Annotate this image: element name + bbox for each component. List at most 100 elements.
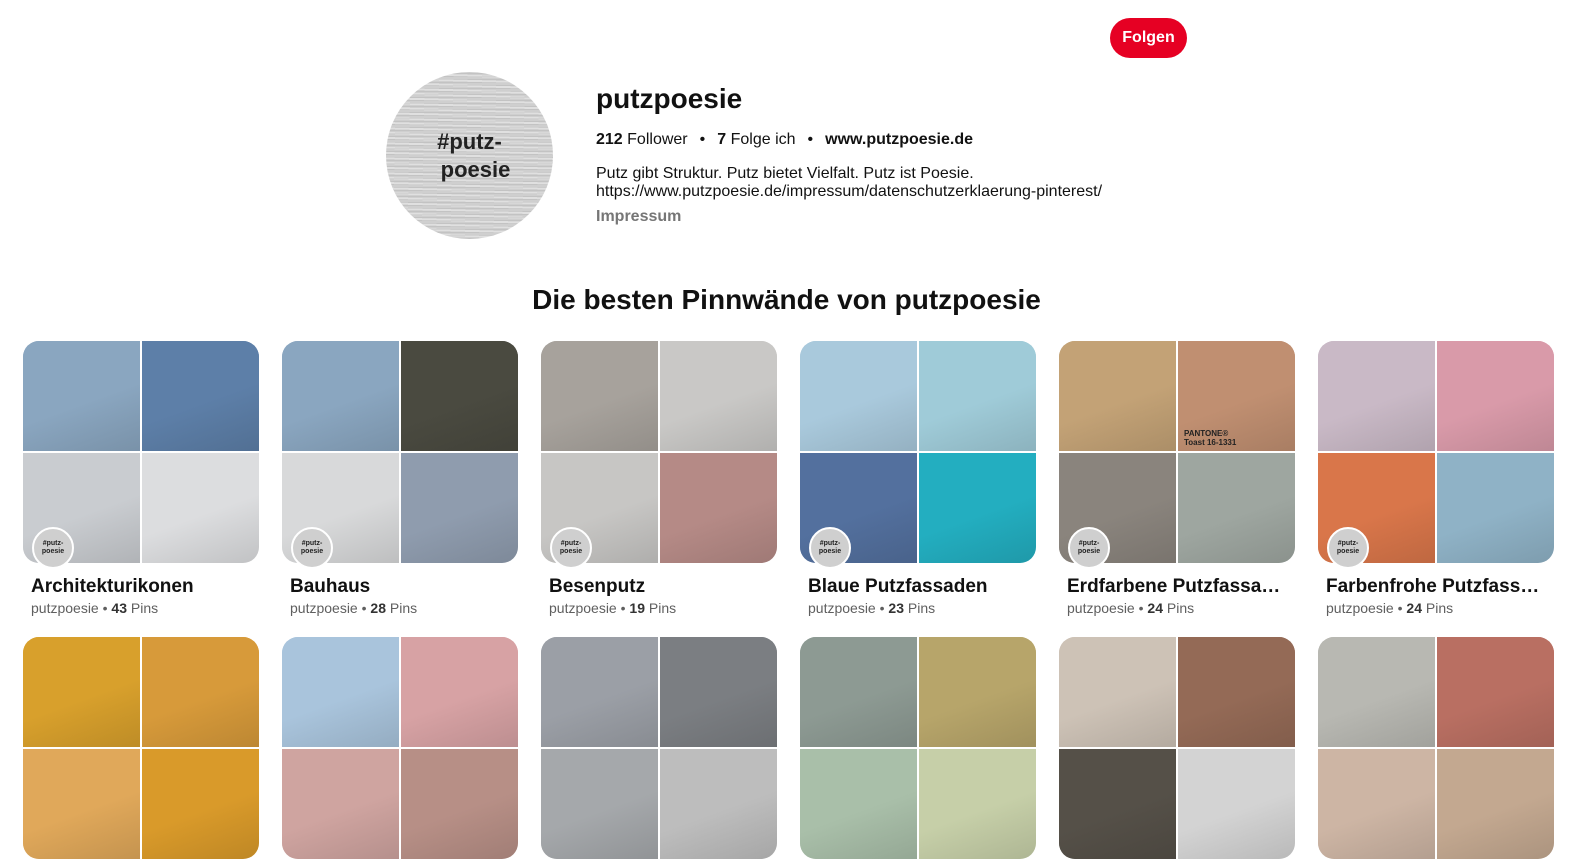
board-cover-image — [919, 341, 1036, 451]
board-cover-image — [23, 637, 140, 747]
board-owner: putzpoesie — [808, 600, 876, 616]
board-cover-image — [660, 453, 777, 563]
board-pin-count: 43 — [111, 600, 127, 616]
board-cover-image — [660, 749, 777, 859]
profile-stats: 212 Follower • 7 Folge ich • www.putzpoe… — [596, 130, 973, 150]
separator-dot: • — [1138, 600, 1144, 616]
board-card[interactable]: #putz-poesie Architekturikonen putzpoesie … — [23, 341, 259, 617]
board-cover-image — [23, 341, 140, 451]
separator-dot: • — [807, 131, 814, 148]
board-card[interactable]: PANTONE® Toast 16-1331 #putz-poesie Erdfarb… — [1059, 341, 1295, 617]
board-cover-image — [919, 453, 1036, 563]
board-pin-count: 23 — [888, 600, 904, 616]
following-link[interactable]: 7 Folge ich — [717, 130, 795, 150]
pins-label: Pins — [907, 600, 936, 616]
board-owner: putzpoesie — [290, 600, 358, 616]
board-cover-image — [919, 749, 1036, 859]
impressum-link[interactable]: Impressum — [596, 208, 681, 226]
board-cover-collage[interactable] — [1059, 637, 1295, 859]
board-title[interactable]: Besenputz — [541, 576, 777, 598]
separator-dot: • — [361, 600, 367, 616]
board-cover-image — [23, 749, 140, 859]
profile-bio: Putz gibt Struktur. Putz bietet Vielfalt… — [596, 165, 1103, 201]
profile-name: putzpoesie — [596, 83, 743, 114]
board-pin-count: 19 — [629, 600, 645, 616]
board-cover-collage[interactable] — [282, 637, 518, 859]
board-cover-image — [1318, 637, 1435, 747]
board-title[interactable]: Blaue Putzfassaden — [800, 576, 1036, 598]
board-title[interactable]: Bauhaus — [282, 576, 518, 598]
followers-link[interactable]: 212 Follower — [596, 130, 688, 150]
separator-dot: • — [879, 600, 885, 616]
separator-dot: • — [699, 131, 706, 148]
board-meta: putzpoesie • 24 Pins — [1318, 599, 1554, 617]
board-card[interactable] — [23, 637, 259, 859]
board-cover-image — [1178, 453, 1295, 563]
follow-button[interactable]: Folgen — [1110, 18, 1187, 58]
board-cover-image — [142, 637, 259, 747]
board-title[interactable]: Architekturikonen — [23, 576, 259, 598]
pantone-label: PANTONE® Toast 16-1331 — [1184, 429, 1237, 447]
board-cover-collage[interactable] — [23, 637, 259, 859]
board-card[interactable] — [800, 637, 1036, 859]
board-cover-collage[interactable] — [541, 637, 777, 859]
board-owner-avatar: #putz-poesie — [32, 527, 74, 569]
board-cover-image — [1178, 637, 1295, 747]
board-cover-collage[interactable] — [1318, 637, 1554, 859]
board-pin-count: 28 — [370, 600, 386, 616]
board-cover-image — [1318, 341, 1435, 451]
board-card[interactable] — [1059, 637, 1295, 859]
pins-label: Pins — [1425, 600, 1454, 616]
board-card[interactable]: #putz-poesie Bauhaus putzpoesie • 28 Pins — [282, 341, 518, 617]
board-owner-avatar: #putz-poesie — [1068, 527, 1110, 569]
board-owner-avatar: #putz-poesie — [291, 527, 333, 569]
board-card[interactable] — [282, 637, 518, 859]
board-card[interactable] — [541, 637, 777, 859]
board-cover-image — [401, 749, 518, 859]
pins-label: Pins — [130, 600, 159, 616]
website-link[interactable]: www.putzpoesie.de — [825, 130, 973, 150]
board-cover-image — [919, 637, 1036, 747]
board-cover-image — [541, 749, 658, 859]
section-title: Die besten Pinnwände von putzpoesie — [532, 284, 1041, 315]
board-cover-image — [401, 637, 518, 747]
board-cover-image — [800, 341, 917, 451]
board-cover-image — [541, 341, 658, 451]
board-cover-image — [282, 749, 399, 859]
board-cover-image — [401, 453, 518, 563]
board-cover-image — [1437, 749, 1554, 859]
board-meta: putzpoesie • 24 Pins — [1059, 599, 1295, 617]
board-cover-image — [1437, 637, 1554, 747]
board-card[interactable]: #putz-poesie Blaue Putzfassaden putzpoesie… — [800, 341, 1036, 617]
separator-dot: • — [102, 600, 108, 616]
board-meta: putzpoesie • 28 Pins — [282, 599, 518, 617]
board-meta: putzpoesie • 19 Pins — [541, 599, 777, 617]
pins-label: Pins — [1166, 600, 1195, 616]
avatar-logo-text: #putz- poesie — [437, 129, 511, 182]
pins-label: Pins — [389, 600, 418, 616]
board-owner-avatar: #putz-poesie — [809, 527, 851, 569]
board-cover-image — [1437, 453, 1554, 563]
board-title[interactable]: Farbenfrohe Putzfass… — [1318, 576, 1554, 598]
board-cover-image — [282, 341, 399, 451]
board-pin-count: 24 — [1147, 600, 1163, 616]
board-cover-image — [282, 637, 399, 747]
bio-link[interactable]: https://www.putzpoesie.de/impressum/date… — [596, 183, 1102, 201]
board-owner: putzpoesie — [549, 600, 617, 616]
board-card[interactable]: #putz-poesie Besenputz putzpoesie • 19 Pin… — [541, 341, 777, 617]
profile-avatar[interactable]: #putz- poesie — [386, 72, 553, 239]
board-cover-image — [142, 341, 259, 451]
board-card[interactable]: #putz-poesie Farbenfrohe Putzfass… putzpoe… — [1318, 341, 1554, 617]
board-owner-avatar: #putz-poesie — [550, 527, 592, 569]
separator-dot: • — [620, 600, 626, 616]
board-cover-image — [1059, 749, 1176, 859]
board-meta: putzpoesie • 43 Pins — [23, 599, 259, 617]
board-pin-count: 24 — [1406, 600, 1422, 616]
board-cover-image — [401, 341, 518, 451]
board-owner-avatar: #putz-poesie — [1327, 527, 1369, 569]
separator-dot: • — [1397, 600, 1403, 616]
board-cover-image — [800, 637, 917, 747]
board-cover-collage[interactable] — [800, 637, 1036, 859]
board-title[interactable]: Erdfarbene Putzfassa… — [1059, 576, 1295, 598]
board-card[interactable] — [1318, 637, 1554, 859]
